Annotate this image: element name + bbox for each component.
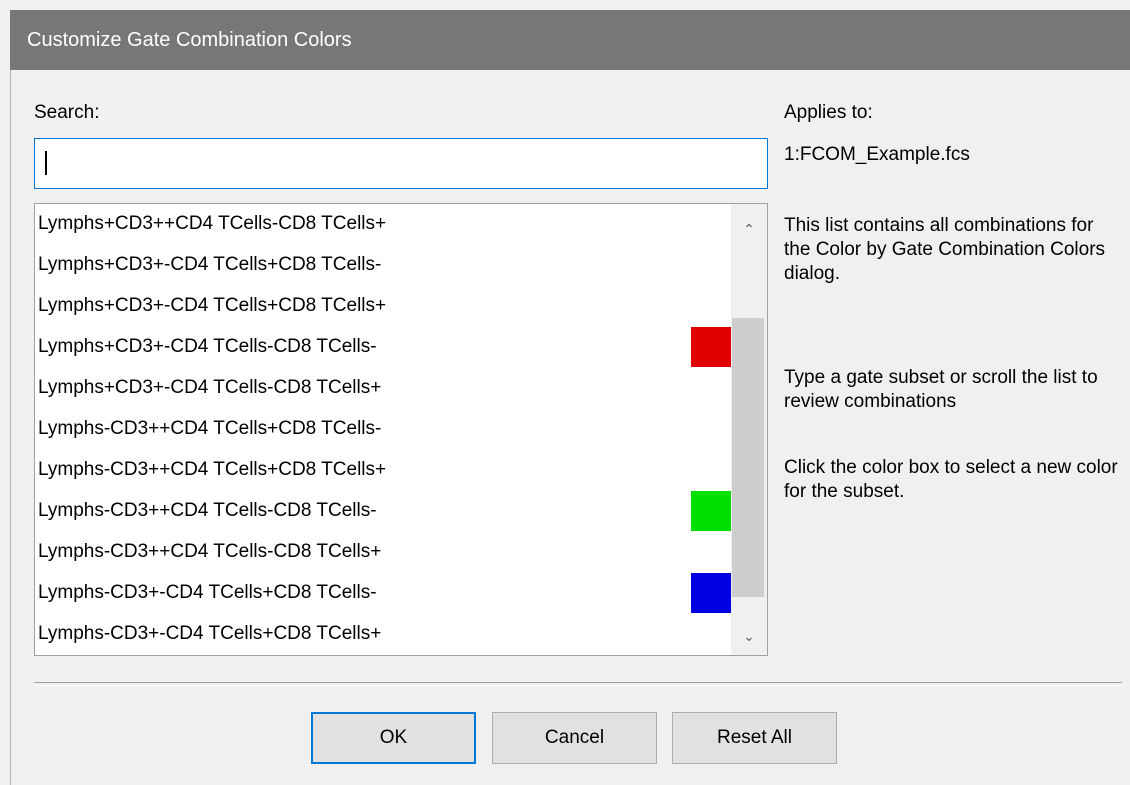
list-item-label: Lymphs-CD3++CD4 TCells+CD8 TCells+ bbox=[38, 459, 387, 480]
search-input[interactable] bbox=[34, 138, 768, 189]
vertical-scrollbar[interactable]: ⌃ ⌄ bbox=[731, 204, 767, 655]
applies-to-label: Applies to: bbox=[784, 102, 873, 123]
list-item[interactable]: Lymphs-CD3++CD4 TCells+CD8 TCells+ bbox=[35, 450, 731, 491]
window-title-bar[interactable]: Customize Gate Combination Colors bbox=[10, 10, 1130, 70]
info-paragraph-2: Type a gate subset or scroll the list to… bbox=[784, 367, 1098, 412]
list-item-label: Lymphs+CD3+-CD4 TCells-CD8 TCells+ bbox=[38, 377, 382, 398]
color-swatch[interactable] bbox=[691, 204, 731, 244]
color-swatch[interactable] bbox=[691, 532, 731, 572]
list-item-label: Lymphs-CD3++CD4 TCells-CD8 TCells- bbox=[38, 500, 377, 521]
color-swatch[interactable] bbox=[691, 245, 731, 285]
chevron-up-icon[interactable]: ⌃ bbox=[731, 214, 767, 244]
list-item-label: Lymphs+CD3+-CD4 TCells-CD8 TCells- bbox=[38, 336, 377, 357]
list-item-label: Lymphs-CD3+-CD4 TCells+CD8 TCells- bbox=[38, 582, 377, 603]
color-swatch[interactable] bbox=[691, 368, 731, 408]
window-title: Customize Gate Combination Colors bbox=[27, 29, 352, 51]
list-item-label: Lymphs-CD3++CD4 TCells-CD8 TCells+ bbox=[38, 541, 382, 562]
combination-list-rows: Lymphs+CD3++CD4 TCells-CD8 TCells+ Lymphs… bbox=[35, 204, 731, 655]
button-divider bbox=[34, 682, 1122, 686]
info-paragraph-1: This list contains all combinations for … bbox=[784, 215, 1106, 284]
reset-all-button[interactable]: Reset All bbox=[672, 712, 837, 764]
list-item[interactable]: Lymphs-CD3++CD4 TCells+CD8 TCells- bbox=[35, 409, 731, 450]
applies-to-file: 1:FCOM_Example.fcs bbox=[784, 144, 970, 165]
list-item[interactable]: Lymphs+CD3+-CD4 TCells+CD8 TCells+ bbox=[35, 286, 731, 327]
search-label: Search: bbox=[34, 102, 100, 123]
color-swatch[interactable] bbox=[691, 614, 731, 654]
color-swatch[interactable] bbox=[691, 409, 731, 449]
list-item[interactable]: Lymphs-CD3++CD4 TCells-CD8 TCells- bbox=[35, 491, 731, 532]
list-item-label: Lymphs-CD3++CD4 TCells+CD8 TCells- bbox=[38, 418, 382, 439]
list-item[interactable]: Lymphs+CD3+-CD4 TCells+CD8 TCells- bbox=[35, 245, 731, 286]
list-item[interactable]: Lymphs-CD3+-CD4 TCells+CD8 TCells- bbox=[35, 573, 731, 614]
text-caret bbox=[45, 151, 47, 175]
list-item-label: Lymphs-CD3+-CD4 TCells+CD8 TCells+ bbox=[38, 623, 382, 644]
info-paragraph-3: Click the color box to select a new colo… bbox=[784, 457, 1118, 502]
color-swatch[interactable] bbox=[691, 450, 731, 490]
list-item-label: Lymphs+CD3+-CD4 TCells+CD8 TCells+ bbox=[38, 295, 387, 316]
color-swatch[interactable] bbox=[691, 573, 731, 613]
list-item[interactable]: Lymphs+CD3+-CD4 TCells-CD8 TCells- bbox=[35, 327, 731, 368]
list-item[interactable]: Lymphs+CD3+-CD4 TCells-CD8 TCells+ bbox=[35, 368, 731, 409]
list-item[interactable]: Lymphs-CD3++CD4 TCells-CD8 TCells+ bbox=[35, 532, 731, 573]
cancel-button[interactable]: Cancel bbox=[492, 712, 657, 764]
color-swatch[interactable] bbox=[691, 286, 731, 326]
color-swatch[interactable] bbox=[691, 491, 731, 531]
combination-list[interactable]: Lymphs+CD3++CD4 TCells-CD8 TCells+ Lymphs… bbox=[34, 203, 768, 656]
ok-button[interactable]: OK bbox=[311, 712, 476, 764]
chevron-down-icon[interactable]: ⌄ bbox=[731, 621, 767, 651]
list-item-label: Lymphs+CD3+-CD4 TCells+CD8 TCells- bbox=[38, 254, 382, 275]
scrollbar-thumb[interactable] bbox=[732, 318, 764, 597]
color-swatch[interactable] bbox=[691, 327, 731, 367]
list-item[interactable]: Lymphs-CD3+-CD4 TCells+CD8 TCells+ bbox=[35, 614, 731, 655]
list-item[interactable]: Lymphs+CD3++CD4 TCells-CD8 TCells+ bbox=[35, 204, 731, 245]
list-item-label: Lymphs+CD3++CD4 TCells-CD8 TCells+ bbox=[38, 213, 387, 234]
